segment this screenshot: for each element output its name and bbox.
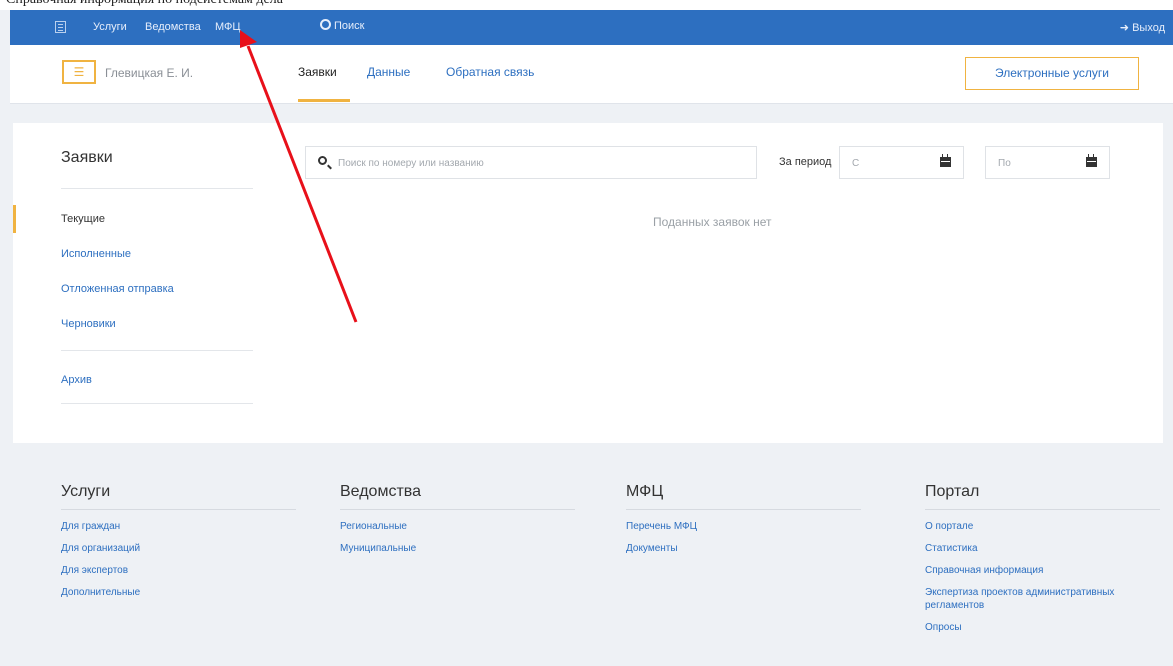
date-from-field [839, 146, 964, 180]
footer-link[interactable]: Для граждан [61, 520, 286, 533]
top-caption-strip: Справочная информация по подсистемам дел… [0, 0, 1173, 10]
tab-applications[interactable]: Заявки [298, 65, 337, 79]
sidebar-divider [61, 188, 253, 189]
profile-subheader: ☰ Глевицкая Е. И. Заявки Данные Обратная… [10, 45, 1173, 104]
footer-link[interactable]: Муниципальные [340, 542, 565, 555]
date-to-input[interactable] [996, 147, 1080, 180]
footer-link[interactable]: Справочная информация [925, 564, 1150, 577]
footer-divider [925, 509, 1160, 510]
footer-divider [61, 509, 296, 510]
user-name[interactable]: Глевицкая Е. И. [105, 66, 193, 80]
footer-title: МФЦ [626, 483, 664, 500]
active-tab-indicator [298, 99, 350, 102]
footer-link[interactable]: Для экспертов [61, 564, 286, 577]
user-card-icon: ☰ [62, 60, 96, 84]
footer-divider [340, 509, 575, 510]
search-icon [318, 156, 327, 165]
footer-column-portal: Портал О портале Статистика Справочная и… [925, 483, 1160, 643]
period-label: За период [779, 156, 832, 168]
sidebar-item-current[interactable]: Текущие [61, 213, 105, 225]
exit-label: Выход [1132, 22, 1165, 34]
empty-applications-message: Поданных заявок нет [653, 215, 772, 229]
footer-divider [626, 509, 861, 510]
search-input[interactable] [336, 147, 750, 180]
footer-column-mfc: МФЦ Перечень МФЦ Документы [626, 483, 861, 564]
footer-title: Услуги [61, 483, 111, 500]
tab-data[interactable]: Данные [367, 65, 410, 79]
applications-panel: Заявки Текущие Исполненные Отложенная от… [13, 123, 1163, 443]
sidebar-active-indicator [13, 205, 16, 233]
top-navbar: Услуги Ведомства МФЦ Поиск ➜ Выход [10, 10, 1173, 45]
top-caption-text: Справочная информация по подсистемам дел… [6, 0, 283, 8]
footer-link[interactable]: Дополнительные [61, 586, 286, 599]
footer-link[interactable]: Для организаций [61, 542, 286, 555]
footer-link[interactable]: О портале [925, 520, 1150, 533]
search-box [305, 146, 757, 180]
date-from-input[interactable] [850, 147, 934, 180]
calendar-icon[interactable] [940, 154, 951, 167]
nav-search-label: Поиск [334, 20, 365, 32]
footer-link[interactable]: Опросы [925, 621, 1150, 634]
sidebar-divider [61, 403, 253, 404]
sidebar-item-deferred[interactable]: Отложенная отправка [61, 283, 174, 295]
footer-link[interactable]: Перечень МФЦ [626, 520, 851, 533]
footer-title: Портал [925, 483, 980, 500]
sidebar-item-completed[interactable]: Исполненные [61, 248, 131, 260]
footer-column-services: Услуги Для граждан Для организаций Для э… [61, 483, 296, 608]
footer-link[interactable]: Экспертиза проектов административных рег… [925, 586, 1150, 612]
footer-column-departments: Ведомства Региональные Муниципальные [340, 483, 575, 564]
sidebar-item-archive[interactable]: Архив [61, 374, 92, 386]
calendar-icon[interactable] [1086, 154, 1097, 167]
footer-link[interactable]: Статистика [925, 542, 1150, 555]
search-icon [320, 19, 331, 30]
electronic-services-button[interactable]: Электронные услуги [965, 57, 1139, 90]
nav-link-departments[interactable]: Ведомства [145, 21, 201, 33]
exit-icon: ➜ [1119, 22, 1130, 34]
nav-link-mfc[interactable]: МФЦ [215, 21, 241, 33]
tab-feedback[interactable]: Обратная связь [446, 65, 534, 79]
exit-link[interactable]: ➜ Выход [1120, 21, 1165, 34]
footer-title: Ведомства [340, 483, 421, 500]
nav-search[interactable]: Поиск [320, 19, 364, 32]
nav-link-services[interactable]: Услуги [93, 21, 127, 33]
footer-link[interactable]: Региональные [340, 520, 565, 533]
sidebar-title: Заявки [61, 149, 113, 166]
sidebar-item-drafts[interactable]: Черновики [61, 318, 116, 330]
footer-link[interactable]: Документы [626, 542, 851, 555]
menu-icon[interactable] [55, 21, 66, 33]
date-to-field [985, 146, 1110, 180]
sidebar-divider [61, 350, 253, 351]
